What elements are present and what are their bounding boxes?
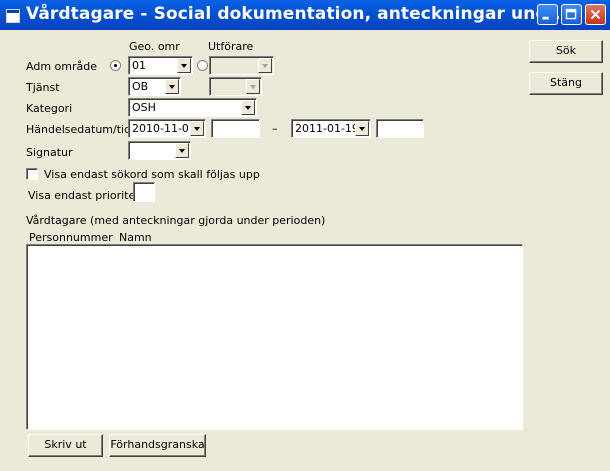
chevron-down-icon[interactable]: [258, 58, 272, 73]
utforare-radio[interactable]: [197, 60, 208, 71]
kategori-label: Kategori: [26, 102, 73, 115]
forhandsgranska-button[interactable]: Förhandsgranska: [109, 434, 206, 457]
signatur-label: Signatur: [26, 146, 73, 159]
tjanst-utforare-select[interactable]: [209, 77, 262, 96]
date-to-picker[interactable]: 2011-01-19: [291, 119, 371, 138]
signatur-select[interactable]: [128, 141, 191, 160]
chevron-down-icon[interactable]: [246, 79, 260, 94]
prioritet-input[interactable]: [133, 182, 155, 202]
time-from-input[interactable]: [211, 119, 260, 138]
maximize-button[interactable]: [561, 4, 582, 25]
title-bar[interactable]: Vårdtagare - Social dokumentation, antec…: [0, 0, 610, 30]
adm-omrade-label: Adm område: [26, 60, 97, 73]
chevron-down-icon[interactable]: [175, 143, 189, 158]
utforare-select[interactable]: [209, 56, 274, 75]
range-separator: –: [272, 122, 278, 135]
window-title: Vårdtagare - Social dokumentation, antec…: [26, 4, 568, 24]
adm-omrade-select[interactable]: 01: [128, 56, 193, 75]
visa-sokord-checkbox[interactable]: [26, 168, 38, 180]
chevron-down-icon[interactable]: [177, 58, 191, 73]
list-section-title: Vårdtagare (med anteckningar gjorda unde…: [26, 214, 326, 227]
geo-omr-radio[interactable]: [110, 60, 121, 71]
close-button[interactable]: [585, 4, 606, 25]
utforare-header: Utförare: [208, 40, 254, 53]
chevron-down-icon[interactable]: [190, 121, 204, 136]
date-to-value: 2011-01-19: [295, 122, 359, 135]
tjanst-value: OB: [132, 80, 149, 93]
app-icon: [6, 9, 20, 23]
handelsedatum-label: Händelsedatum/tid: [26, 123, 132, 136]
visa-prioritet-label: Visa endast prioritet: [28, 189, 140, 202]
maximize-icon: [565, 8, 577, 20]
geo-omr-header: Geo. omr: [129, 40, 180, 53]
minimize-icon: [542, 16, 549, 20]
time-to-input[interactable]: [376, 119, 424, 138]
column-header-namn[interactable]: Namn: [119, 231, 152, 244]
chevron-down-icon[interactable]: [355, 121, 369, 136]
date-from-picker[interactable]: 2010-11-01: [128, 119, 206, 138]
close-icon: [590, 9, 601, 20]
vardtagare-list[interactable]: [26, 244, 523, 430]
minimize-button[interactable]: [537, 4, 558, 25]
adm-omrade-value: 01: [132, 59, 146, 72]
skriv-ut-button[interactable]: Skriv ut: [28, 434, 103, 457]
date-from-value: 2010-11-01: [132, 122, 196, 135]
visa-sokord-label: Visa endast sökord som skall följas upp: [44, 168, 260, 181]
tjanst-select[interactable]: OB: [128, 77, 181, 96]
column-header-personnummer[interactable]: Personnummer: [29, 231, 113, 244]
kategori-value: OSH: [132, 101, 156, 114]
chevron-down-icon[interactable]: [241, 100, 255, 115]
kategori-select[interactable]: OSH: [128, 98, 257, 117]
tjanst-label: Tjänst: [26, 81, 60, 94]
sok-button[interactable]: Sök: [529, 40, 603, 63]
chevron-down-icon[interactable]: [165, 79, 179, 94]
stang-button[interactable]: Stäng: [529, 72, 603, 95]
